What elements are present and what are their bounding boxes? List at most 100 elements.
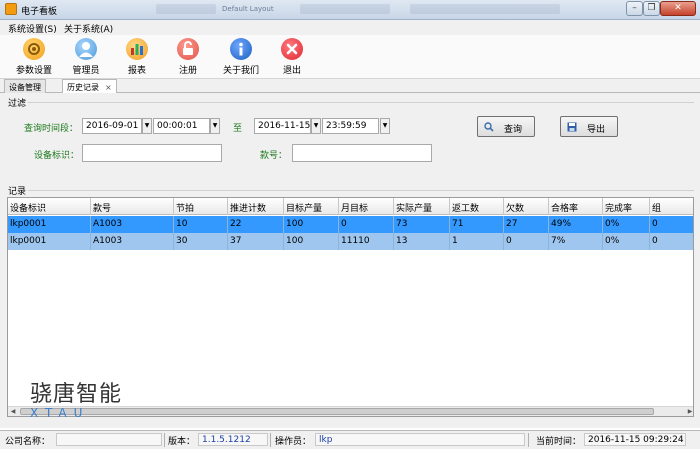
column-header-actual-output[interactable]: 实际产量 [394,198,450,215]
end-time-field[interactable]: 23:59:59 [322,118,379,134]
title-ghost-toolbar-3 [410,4,560,14]
company-name-label: 公司名称： [5,437,51,447]
column-header-shortage[interactable]: 欠数 [504,198,549,215]
start-time-dropdown-icon[interactable]: ▼ [210,118,220,134]
register-tool-label: 注册 [178,66,197,76]
cell-model: A1003 [91,233,174,250]
exit-icon [281,38,303,60]
query-button[interactable]: 查询 [477,116,535,137]
column-header-monthly-target[interactable]: 月目标 [339,198,394,215]
end-date-dropdown-icon[interactable]: ▼ [311,118,321,134]
query-button-label: 查询 [504,125,523,135]
toolbar: 参数设置 管理员 报表 注册 关于我们 退出 [0,35,700,79]
cell-takt: 10 [174,216,228,233]
settings-tool-button[interactable]: 参数设置 [4,36,64,76]
operator-value: lkp [315,433,525,446]
register-tool-button[interactable]: 注册 [158,36,218,76]
cell-target-output: 100 [284,216,339,233]
title-ghost-text: Default Layout [222,5,274,13]
current-time-label: 当前时间： [536,437,582,447]
tab-history-label: 历史记录 [67,83,99,92]
cell-actual-output: 13 [394,233,450,250]
title-ghost-toolbar [156,4,216,14]
column-header-push-count[interactable]: 推进计数 [228,198,284,215]
cell-push-count: 37 [228,233,284,250]
table-row[interactable]: lkp0001 A1003 30 37 100 11110 13 1 0 7% … [8,233,693,250]
column-header-completion-rate[interactable]: 完成率 [603,198,650,215]
scroll-right-icon[interactable]: ▶ [685,407,693,416]
gear-icon [23,38,45,60]
company-logo-latin: XTAU [30,406,90,420]
cell-rework: 71 [450,216,504,233]
cell-group: 0 [652,236,658,246]
save-icon [567,122,577,132]
cell-device-id: lkp0001 [8,233,91,250]
records-section-label: 记录 [8,187,27,197]
version-label: 版本： [168,437,196,447]
menu-system-settings[interactable]: 系统设置(S) [8,22,57,35]
current-time-value: 2016-11-15 09:29:24 [584,433,686,446]
company-name-value [56,433,162,446]
filter-divider [28,102,694,103]
model-label: 款号： [260,151,288,161]
records-divider [28,190,694,191]
cell-push-count: 22 [228,216,284,233]
cell-pass-rate: 49% [549,216,603,233]
lock-icon [177,38,199,60]
tab-history[interactable]: 历史记录 × [62,79,117,93]
exit-tool-button[interactable]: 退出 [262,36,322,76]
minimize-button[interactable]: – [626,1,643,16]
table-row[interactable]: lkp0001 A1003 10 22 100 0 73 71 27 49% 0… [8,216,693,233]
window-title: 电子看板 [21,7,58,17]
cell-pass-rate: 7% [549,233,603,250]
column-header-model[interactable]: 款号 [91,198,174,215]
maximize-button[interactable]: ❐ [643,1,660,16]
model-input[interactable] [292,144,432,162]
records-table-header: 设备标识 款号 节拍 推进计数 目标产量 月目标 实际产量 返工数 欠数 合格率… [8,198,693,215]
filter-section-label: 过滤 [8,99,27,109]
column-header-group[interactable]: 组 [650,198,693,215]
column-header-target-output[interactable]: 目标产量 [284,198,339,215]
status-separator [164,433,165,447]
column-header-rework[interactable]: 返工数 [450,198,504,215]
cell-model: A1003 [91,216,174,233]
end-date-field[interactable]: 2016-11-15 [254,118,311,134]
tab-strip: 设备管理 历史记录 × [0,79,700,93]
cell-actual-output: 73 [394,216,450,233]
exit-tool-label: 退出 [282,66,301,76]
start-date-dropdown-icon[interactable]: ▼ [142,118,152,134]
start-date-field[interactable]: 2016-09-01 [82,118,142,134]
cell-completion-rate: 0% [603,233,650,250]
cell-takt: 30 [174,233,228,250]
cell-shortage: 27 [504,216,549,233]
scrollbar-thumb[interactable] [20,408,654,415]
device-id-input[interactable] [82,144,222,162]
cell-monthly-target: 11110 [339,233,394,250]
tab-close-icon[interactable]: × [105,83,112,92]
tab-device-management[interactable]: 设备管理 [4,79,46,93]
scroll-left-icon[interactable]: ◀ [8,407,18,416]
status-bar: 公司名称： 版本： 1.1.5.1212 操作员： lkp 当前时间： 2016… [0,430,700,449]
settings-tool-label: 参数设置 [15,66,52,76]
status-separator [528,433,529,447]
export-button-label: 导出 [587,125,606,135]
column-header-takt[interactable]: 节拍 [174,198,228,215]
column-header-pass-rate[interactable]: 合格率 [549,198,603,215]
cell-completion-rate: 0% [603,216,650,233]
to-label: 至 [233,124,243,134]
search-icon [484,122,494,132]
close-button[interactable]: ✕ [660,1,696,16]
menu-about-system[interactable]: 关于系统(A) [64,22,113,35]
title-bar: 电子看板 Default Layout – ❐ ✕ [0,0,700,20]
title-ghost-toolbar-2 [300,4,390,14]
cell-target-output: 100 [284,233,339,250]
device-id-label: 设备标识： [34,151,80,161]
column-header-device-id[interactable]: 设备标识 [8,198,91,215]
cell-shortage: 0 [504,233,549,250]
status-separator [270,433,271,447]
info-icon [230,38,252,60]
cell-monthly-target: 0 [339,216,394,233]
end-time-dropdown-icon[interactable]: ▼ [380,118,390,134]
export-button[interactable]: 导出 [560,116,618,137]
start-time-field[interactable]: 00:00:01 [153,118,210,134]
